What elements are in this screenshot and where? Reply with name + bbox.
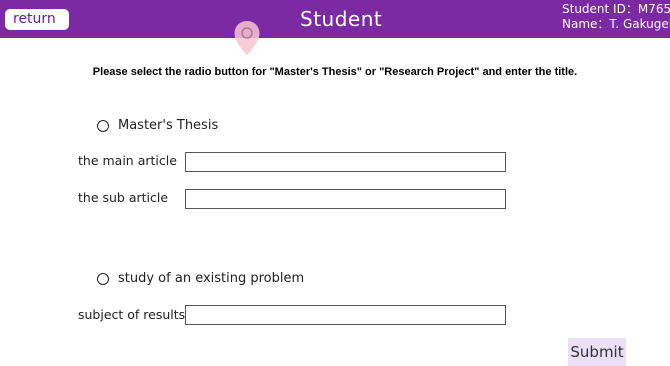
student-id: Student ID：M765 (562, 2, 670, 16)
student-info: Student ID：M765 Name：T. Gakugei (562, 2, 670, 32)
main-article-label: the main article (78, 153, 177, 168)
sub-article-input[interactable] (185, 189, 506, 209)
page-title: Student (300, 7, 383, 31)
submit-button[interactable]: Submit (568, 338, 626, 366)
student-name: Name：T. Gakugei (562, 17, 670, 31)
existing-problem-radio[interactable] (97, 272, 109, 285)
masters-thesis-option[interactable]: Master's Thesis (97, 118, 218, 133)
main-article-input[interactable] (185, 152, 506, 172)
existing-problem-option[interactable]: study of an existing problem (97, 271, 304, 286)
existing-problem-label: study of an existing problem (118, 271, 305, 286)
masters-thesis-radio[interactable] (97, 119, 109, 132)
header-bar: return Student Student ID：M765 Name：T. G… (0, 0, 670, 38)
masters-thesis-label: Master's Thesis (118, 118, 219, 133)
return-button[interactable]: return (5, 9, 69, 30)
sub-article-label: the sub article (78, 190, 169, 205)
subject-of-results-label: subject of results (78, 307, 186, 322)
instruction-text: Please select the radio button for "Mast… (92, 66, 578, 78)
location-pin-icon (234, 21, 260, 55)
subject-of-results-input[interactable] (185, 305, 506, 325)
